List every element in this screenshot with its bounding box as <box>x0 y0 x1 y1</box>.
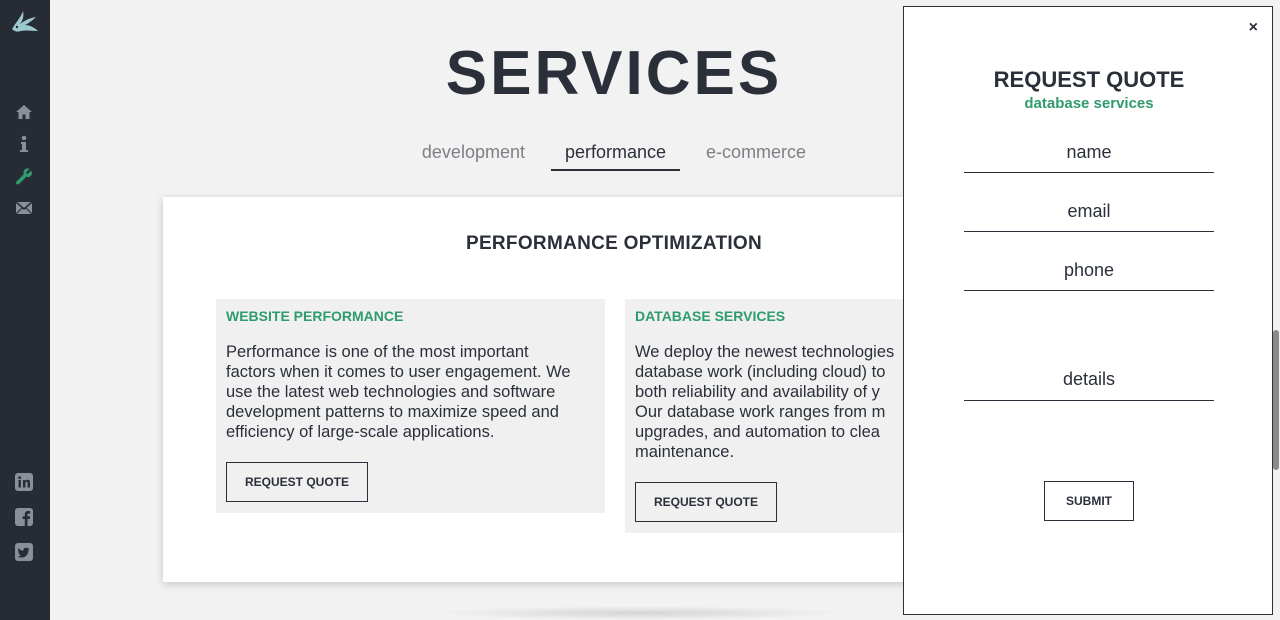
wrench-icon[interactable] <box>14 166 34 186</box>
info-icon[interactable] <box>14 134 34 154</box>
tab-e-commerce[interactable]: e-commerce <box>692 140 820 171</box>
text-line: development patterns to maximize speed a… <box>226 403 559 421</box>
bird-logo-icon[interactable] <box>9 7 41 37</box>
envelope-icon[interactable] <box>14 198 34 218</box>
tab-performance[interactable]: performance <box>550 140 681 171</box>
facebook-icon[interactable] <box>14 507 34 527</box>
twitter-icon[interactable] <box>14 542 34 562</box>
panel-description: Performance is one of the most important… <box>226 342 595 442</box>
scrollbar[interactable] <box>1272 0 1280 620</box>
request-quote-modal: × REQUEST QUOTE database services SUBMIT <box>903 6 1273 615</box>
text-line: Performance is one of the most important <box>226 343 529 361</box>
request-quote-button[interactable]: REQUEST QUOTE <box>226 462 368 502</box>
linkedin-icon[interactable] <box>14 472 34 492</box>
text-line: use the latest web technologies and soft… <box>226 383 556 401</box>
sidebar <box>0 0 50 620</box>
card-title: PERFORMANCE OPTIMIZATION <box>465 233 763 254</box>
website-performance-panel: WEBSITE PERFORMANCE Performance is one o… <box>216 299 605 513</box>
modal-subtitle: database services <box>1024 95 1154 112</box>
details-field[interactable] <box>964 307 1214 401</box>
submit-button[interactable]: SUBMIT <box>1044 481 1134 521</box>
scrollbar-thumb[interactable] <box>1273 330 1279 470</box>
panel-heading: WEBSITE PERFORMANCE <box>226 308 404 324</box>
close-button[interactable]: × <box>1249 19 1258 37</box>
email-field[interactable] <box>964 200 1214 232</box>
modal-title: REQUEST QUOTE <box>993 67 1185 92</box>
text-line: efficiency of large-scale applications. <box>226 423 495 441</box>
home-icon[interactable] <box>14 102 34 122</box>
text-line: factors when it comes to user engagement… <box>226 363 571 381</box>
service-card: PERFORMANCE OPTIMIZATION WEBSITE PERFORM… <box>163 197 953 582</box>
request-quote-button[interactable]: REQUEST QUOTE <box>635 482 777 522</box>
next-card-shadow <box>430 606 850 620</box>
phone-field[interactable] <box>964 259 1214 291</box>
tab-development[interactable]: development <box>408 140 539 171</box>
name-field[interactable] <box>964 141 1214 173</box>
